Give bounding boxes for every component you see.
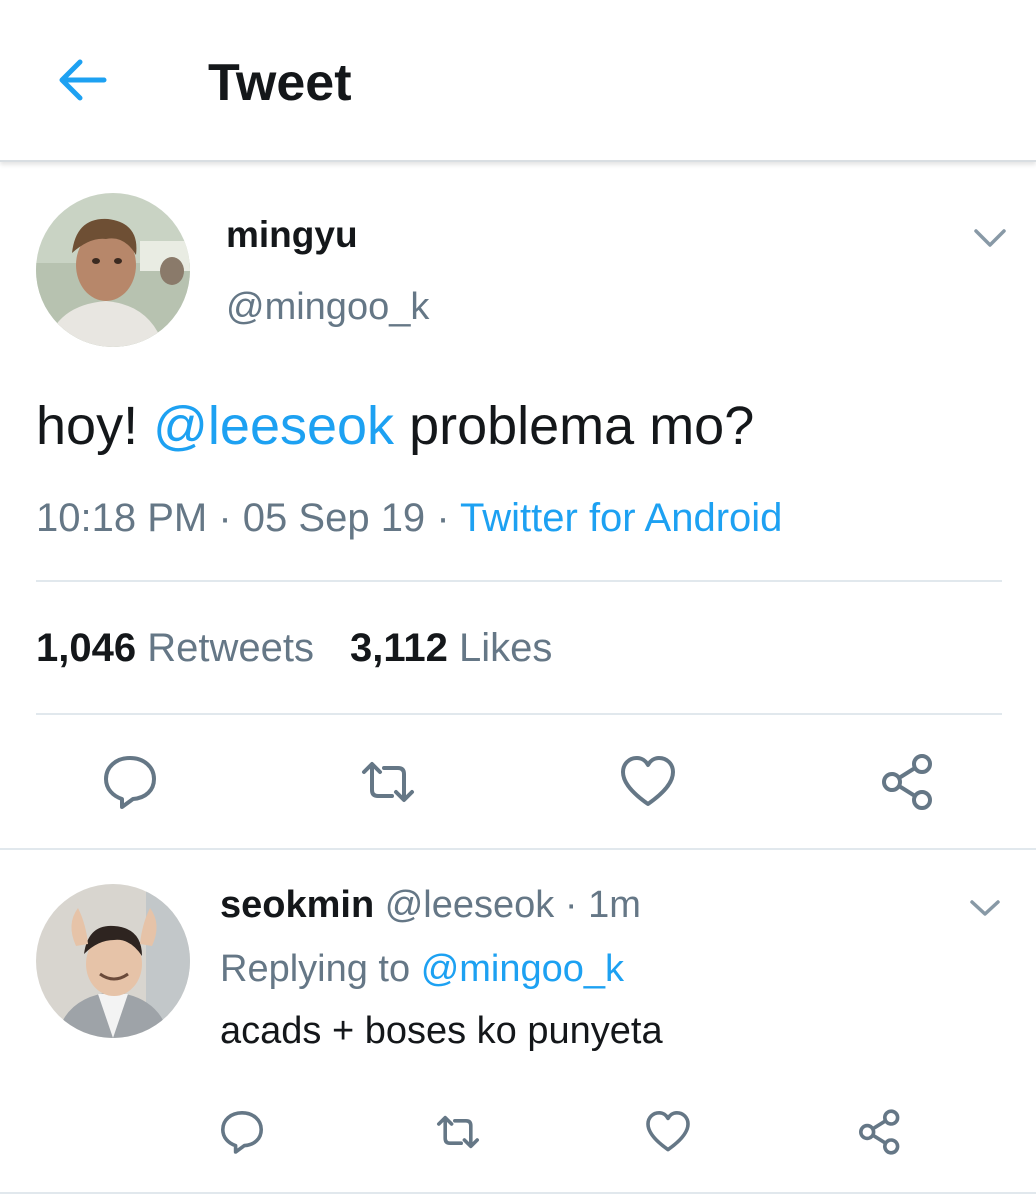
page-title: Tweet	[208, 54, 352, 112]
retweets-stat[interactable]: 1,046 Retweets	[36, 626, 314, 670]
likes-stat[interactable]: 3,112 Likes	[350, 626, 552, 670]
like-icon[interactable]	[618, 752, 678, 812]
mention-link[interactable]: @leeseok	[153, 396, 394, 456]
replying-to-mention[interactable]: @mingoo_k	[421, 948, 624, 990]
reply-icon[interactable]	[100, 752, 160, 812]
tweet-time: 10:18 PM	[36, 496, 208, 540]
reply-text: acads + boses ko punyeta	[220, 1010, 663, 1052]
share-icon[interactable]	[878, 752, 938, 812]
tweet-text: hoy! @leeseok problema mo?	[36, 395, 754, 457]
retweet-icon[interactable]	[434, 1108, 482, 1156]
replying-to-label: Replying to	[220, 948, 411, 990]
user-handle[interactable]: @mingoo_k	[226, 286, 429, 329]
avatar[interactable]	[36, 884, 190, 1038]
likes-label: Likes	[459, 626, 553, 670]
chevron-down-icon[interactable]	[968, 897, 1002, 919]
separator-dot: ·	[218, 496, 232, 540]
arrow-left-icon[interactable]	[52, 52, 112, 108]
reply-handle[interactable]: @leeseok	[385, 884, 555, 926]
tweet-metadata: 10:18 PM · 05 Sep 19 · Twitter for Andro…	[36, 496, 782, 541]
avatar[interactable]	[36, 193, 190, 347]
replying-to: Replying to @mingoo_k	[220, 948, 624, 991]
tweet-source-link[interactable]: Twitter for Android	[460, 496, 782, 540]
retweets-count: 1,046	[36, 626, 137, 670]
chevron-down-icon[interactable]	[972, 226, 1008, 250]
retweet-icon[interactable]	[358, 752, 418, 812]
top-app-bar: Tweet	[0, 0, 1036, 162]
reply-header: seokmin @leeseok · 1m	[220, 884, 641, 927]
reply-icon[interactable]	[218, 1108, 266, 1156]
divider	[36, 580, 1002, 582]
separator-dot: ·	[564, 884, 578, 926]
like-icon[interactable]	[644, 1108, 692, 1156]
likes-count: 3,112	[349, 626, 448, 670]
separator-dot: ·	[436, 496, 450, 540]
section-separator	[0, 848, 1036, 850]
retweets-label: Retweets	[147, 626, 314, 670]
tweet-text-prefix: hoy!	[36, 396, 139, 456]
tweet-text-suffix: problema mo?	[409, 396, 755, 456]
reply-timestamp: 1m	[588, 884, 641, 926]
share-icon[interactable]	[856, 1108, 904, 1156]
reply-display-name[interactable]: seokmin	[220, 884, 374, 926]
tweet-stats: 1,046 Retweets 3,112 Likes	[36, 626, 552, 671]
divider	[0, 1192, 1036, 1194]
divider	[36, 713, 1002, 715]
display-name[interactable]: mingyu	[226, 214, 358, 256]
tweet-date: 05 Sep 19	[242, 496, 426, 540]
